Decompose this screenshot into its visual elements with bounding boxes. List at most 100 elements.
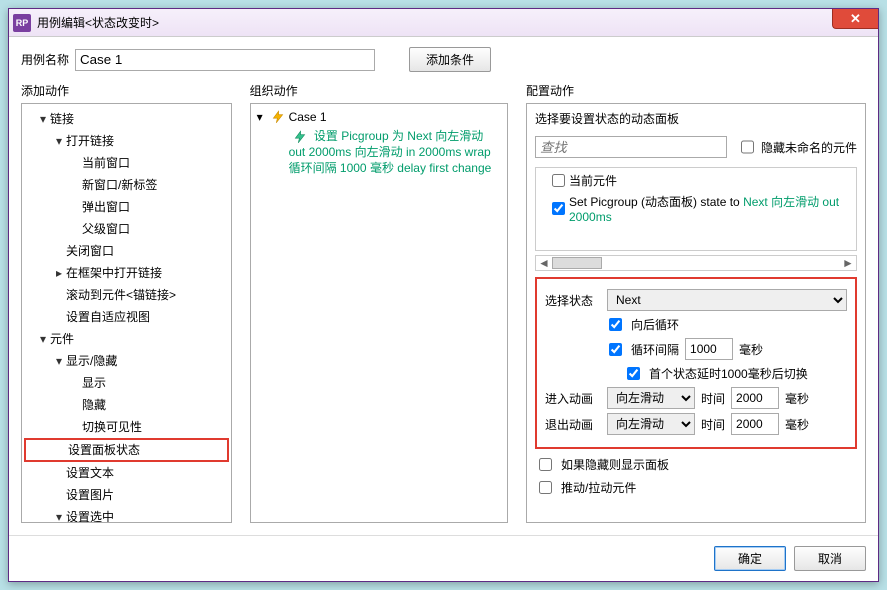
case-node[interactable]: ▾ Case 1 xyxy=(253,108,505,126)
organize-actions-header: 组织动作 xyxy=(250,82,508,99)
actions-tree-panel[interactable]: ▾链接▾打开链接当前窗口新窗口/新标签弹出窗口父级窗口关闭窗口▸在框架中打开链接… xyxy=(21,103,232,523)
tree-item-label: 当前窗口 xyxy=(82,154,130,172)
tree-item-label: 显示 xyxy=(82,374,106,392)
titlebar: RP 用例编辑<状态改变时> ✕ xyxy=(9,9,878,37)
configure-action-column: 配置动作 选择要设置状态的动态面板 隐藏未命名的元件 当前元件 xyxy=(526,82,866,523)
tree-item[interactable]: 父级窗口 xyxy=(24,218,229,240)
tree-item-label: 在框架中打开链接 xyxy=(66,264,162,282)
tree-item[interactable]: 关闭窗口 xyxy=(24,240,229,262)
delay-checkbox[interactable] xyxy=(627,367,640,380)
tree-item[interactable]: 显示 xyxy=(24,372,229,394)
tree-item-label: 切换可见性 xyxy=(82,418,142,436)
horizontal-scrollbar[interactable]: ◄ ► xyxy=(535,255,857,271)
tree-item-label: 链接 xyxy=(50,110,74,128)
caret-icon: ▾ xyxy=(257,110,267,124)
tree-item-label: 隐藏 xyxy=(82,396,106,414)
caret-icon: ▾ xyxy=(40,110,50,128)
search-input[interactable] xyxy=(535,136,727,158)
tree-item-label: 新窗口/新标签 xyxy=(82,176,157,194)
dynamic-panel-list[interactable]: 当前元件 Set Picgroup (动态面板) state to Next 向… xyxy=(535,167,857,251)
select-state-dropdown[interactable]: Next xyxy=(607,289,847,311)
app-icon: RP xyxy=(13,14,31,32)
list-item-picgroup[interactable]: Set Picgroup (动态面板) state to Next 向左滑动 o… xyxy=(538,191,854,226)
anim-out-time-input[interactable] xyxy=(731,413,779,435)
state-settings-highlight: 选择状态 Next 向后循环 循环间隔 xyxy=(535,277,857,449)
configure-panel: 选择要设置状态的动态面板 隐藏未命名的元件 当前元件 xyxy=(526,103,866,523)
push-pull-checkbox[interactable] xyxy=(539,481,552,494)
wrap-checkbox[interactable] xyxy=(609,318,622,331)
name-row: 用例名称 添加条件 xyxy=(21,47,866,72)
case-name-input[interactable] xyxy=(75,49,375,71)
caret-icon: ▾ xyxy=(40,330,50,348)
add-actions-column: 添加动作 ▾链接▾打开链接当前窗口新窗口/新标签弹出窗口父级窗口关闭窗口▸在框架… xyxy=(21,82,232,523)
tree-item-label: 关闭窗口 xyxy=(66,242,114,260)
add-actions-header: 添加动作 xyxy=(21,82,232,99)
use-case-editor-window: RP 用例编辑<状态改变时> ✕ 用例名称 添加条件 添加动作 ▾链接▾打开链接… xyxy=(8,8,879,582)
tree-item[interactable]: ▾显示/隐藏 xyxy=(24,350,229,372)
tree-item[interactable]: 弹出窗口 xyxy=(24,196,229,218)
tree-item-label: 显示/隐藏 xyxy=(66,352,117,370)
tree-item-label: 设置选中 xyxy=(66,508,114,523)
anim-out-label: 退出动画 xyxy=(545,416,601,433)
scroll-left-icon[interactable]: ◄ xyxy=(536,256,552,270)
show-if-hidden-checkbox[interactable] xyxy=(539,458,552,471)
anim-out-dropdown[interactable]: 向左滑动 xyxy=(607,413,695,435)
scroll-right-icon[interactable]: ► xyxy=(840,256,856,270)
tree-item[interactable]: 设置面板状态 xyxy=(24,438,229,462)
case-name-label: 用例名称 xyxy=(21,51,69,68)
window-title: 用例编辑<状态改变时> xyxy=(37,14,159,31)
tree-item[interactable]: 设置文本 xyxy=(24,462,229,484)
list-item-current[interactable]: 当前元件 xyxy=(538,170,854,191)
tree-item[interactable]: ▾元件 xyxy=(24,328,229,350)
tree-item-label: 设置图片 xyxy=(66,486,114,504)
tree-item[interactable]: 当前窗口 xyxy=(24,152,229,174)
lightning-icon xyxy=(271,110,285,124)
tree-item-label: 打开链接 xyxy=(66,132,114,150)
anim-in-label: 进入动画 xyxy=(545,390,601,407)
add-condition-button[interactable]: 添加条件 xyxy=(409,47,491,72)
case-action-text[interactable]: 设置 Picgroup 为 Next 向左滑动 out 2000ms 向左滑动 … xyxy=(253,126,505,178)
close-button[interactable]: ✕ xyxy=(832,9,878,29)
interval-checkbox[interactable] xyxy=(609,343,622,356)
tree-item[interactable]: 新窗口/新标签 xyxy=(24,174,229,196)
caret-icon: ▾ xyxy=(56,132,66,150)
tree-item[interactable]: 切换可见性 xyxy=(24,416,229,438)
picgroup-checkbox[interactable] xyxy=(552,202,565,215)
choose-panel-label: 选择要设置状态的动态面板 xyxy=(535,110,857,127)
caret-icon: ▸ xyxy=(56,264,66,282)
caret-icon: ▾ xyxy=(56,352,66,370)
tree-item-label: 元件 xyxy=(50,330,74,348)
anim-in-time-input[interactable] xyxy=(731,387,779,409)
case-tree-panel[interactable]: ▾ Case 1 设置 Picgroup 为 Next 向左滑动 out 200… xyxy=(250,103,508,523)
tree-item-label: 弹出窗口 xyxy=(82,198,130,216)
tree-item-label: 设置文本 xyxy=(66,464,114,482)
cancel-button[interactable]: 取消 xyxy=(794,546,866,571)
scroll-thumb[interactable] xyxy=(552,257,602,269)
close-icon: ✕ xyxy=(850,11,861,27)
tree-item[interactable]: 设置图片 xyxy=(24,484,229,506)
caret-icon: ▾ xyxy=(56,508,66,523)
ok-button[interactable]: 确定 xyxy=(714,546,786,571)
interval-input[interactable] xyxy=(685,338,733,360)
content: 用例名称 添加条件 添加动作 ▾链接▾打开链接当前窗口新窗口/新标签弹出窗口父级… xyxy=(9,37,878,535)
lightning-icon xyxy=(293,130,307,144)
tree-item-label: 父级窗口 xyxy=(82,220,130,238)
tree-item[interactable]: 隐藏 xyxy=(24,394,229,416)
configure-action-header: 配置动作 xyxy=(526,82,866,99)
scroll-track[interactable] xyxy=(552,256,840,270)
hide-unnamed-option[interactable]: 隐藏未命名的元件 xyxy=(737,133,857,161)
tree-item-label: 滚动到元件<锚链接> xyxy=(66,286,176,304)
hide-unnamed-checkbox[interactable] xyxy=(741,136,754,158)
current-checkbox[interactable] xyxy=(552,174,565,187)
tree-item[interactable]: ▾打开链接 xyxy=(24,130,229,152)
tree-item[interactable]: ▸在框架中打开链接 xyxy=(24,262,229,284)
tree-item[interactable]: 滚动到元件<锚链接> xyxy=(24,284,229,306)
tree-item[interactable]: 设置自适应视图 xyxy=(24,306,229,328)
tree-item-label: 设置面板状态 xyxy=(68,441,140,459)
tree-item-label: 设置自适应视图 xyxy=(66,308,150,326)
dialog-footer: 确定 取消 xyxy=(9,535,878,581)
organize-actions-column: 组织动作 ▾ Case 1 设置 Picgroup 为 Next 向左滑动 ou xyxy=(250,82,508,523)
anim-in-dropdown[interactable]: 向左滑动 xyxy=(607,387,695,409)
tree-item[interactable]: ▾设置选中 xyxy=(24,506,229,523)
tree-item[interactable]: ▾链接 xyxy=(24,108,229,130)
